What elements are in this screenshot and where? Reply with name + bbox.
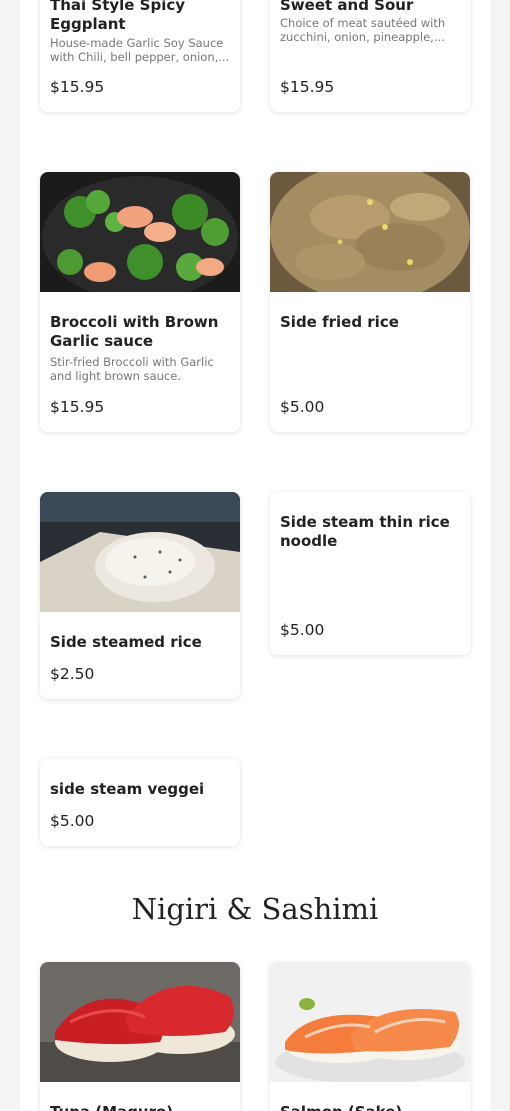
menu-item-card[interactable]: Side steam thin rice noodle $5.00 bbox=[270, 492, 470, 655]
item-name: Tuna (Maguro) bbox=[50, 1103, 230, 1111]
item-name: Broccoli with Brown Garlic sauce bbox=[50, 313, 219, 350]
tuna-nigiri-photo bbox=[40, 962, 240, 1082]
item-name: Side steamed rice bbox=[50, 633, 202, 651]
item-price: $2.50 bbox=[50, 665, 95, 683]
menu-page: Thai Style Spicy Eggplant House-made Gar… bbox=[20, 0, 490, 1111]
salmon-nigiri-photo bbox=[270, 962, 470, 1082]
menu-item-card[interactable]: Sweet and Sour Choice of meat sautéed wi… bbox=[270, 0, 470, 112]
item-price: $5.00 bbox=[280, 621, 325, 639]
menu-item-card[interactable]: Side fried rice $5.00 bbox=[270, 172, 470, 432]
menu-item-card[interactable]: Tuna (Maguro) bbox=[40, 962, 240, 1111]
item-name: Side steam thin rice noodle bbox=[280, 513, 450, 550]
menu-item-card[interactable]: Broccoli with Brown Garlic sauce Stir-fr… bbox=[40, 172, 240, 432]
item-price: $5.00 bbox=[50, 812, 95, 830]
item-price: $15.95 bbox=[50, 78, 105, 96]
item-description: Choice of meat sautéed with zucchini, on… bbox=[280, 16, 446, 44]
item-name: Sweet and Sour bbox=[280, 0, 414, 14]
menu-item-card[interactable]: side steam veggei $5.00 bbox=[40, 759, 240, 846]
menu-item-card[interactable]: Thai Style Spicy Eggplant House-made Gar… bbox=[40, 0, 240, 112]
item-description: Stir-fried Broccoli with Garlic and ligh… bbox=[50, 355, 214, 383]
menu-item-card[interactable]: Salmon (Sake) bbox=[270, 962, 470, 1111]
item-name: side steam veggei bbox=[50, 780, 205, 798]
item-price: $5.00 bbox=[280, 398, 325, 416]
item-description: House-made Garlic Soy Sauce with Chili, … bbox=[50, 36, 230, 64]
item-name: Thai Style Spicy Eggplant bbox=[50, 0, 186, 33]
steamed-rice-photo bbox=[40, 492, 240, 612]
section-title: Nigiri & Sashimi bbox=[131, 892, 379, 926]
broccoli-shrimp-photo bbox=[40, 172, 240, 292]
fried-rice-photo bbox=[270, 172, 470, 292]
menu-item-card[interactable]: Side steamed rice $2.50 bbox=[40, 492, 240, 699]
item-name: Salmon (Sake) bbox=[280, 1103, 460, 1111]
item-name: Side fried rice bbox=[280, 313, 399, 331]
item-price: $15.95 bbox=[50, 398, 105, 416]
item-price: $15.95 bbox=[280, 78, 335, 96]
